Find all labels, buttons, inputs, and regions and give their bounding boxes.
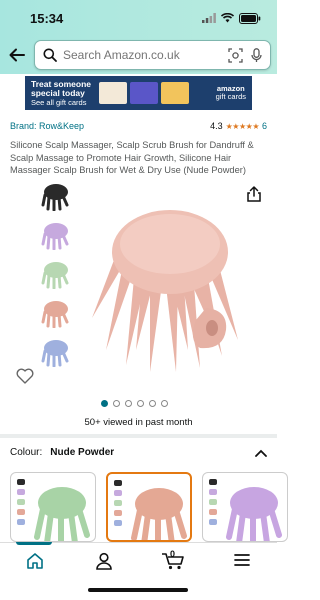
back-arrow-icon xyxy=(9,48,25,62)
swatch-product-image xyxy=(226,487,282,541)
image-thumbnails xyxy=(40,182,72,368)
back-button[interactable] xyxy=(6,44,28,66)
star-rating-icon: ★★★★★ xyxy=(225,121,260,131)
section-divider xyxy=(0,434,277,438)
brand-rating-row: Brand: Row&Keep 4.3 ★★★★★ 6 xyxy=(10,121,267,131)
image-thumbnail[interactable] xyxy=(40,299,72,329)
swatch-thumbnails xyxy=(209,479,217,525)
promo-headline: Treat someone special today xyxy=(31,78,91,98)
promo-subtext: See all gift cards xyxy=(31,97,87,107)
nav-menu[interactable] xyxy=(208,543,277,600)
gift-card-banner[interactable]: Treat someone special today See all gift… xyxy=(25,76,252,110)
battery-icon xyxy=(239,12,261,24)
image-thumbnail[interactable] xyxy=(40,338,72,368)
search-bar[interactable] xyxy=(34,40,271,70)
image-thumbnail[interactable] xyxy=(40,221,72,251)
image-pager xyxy=(101,400,168,407)
camera-lens-icon[interactable] xyxy=(228,47,243,63)
signal-icon xyxy=(202,13,216,23)
microphone-icon[interactable] xyxy=(251,47,262,63)
heart-icon xyxy=(16,368,34,384)
person-icon xyxy=(96,552,112,570)
pager-dot[interactable] xyxy=(125,400,132,407)
gift-card-image xyxy=(161,82,189,104)
cart-count: 0 xyxy=(169,549,175,559)
swatch-thumbnails xyxy=(114,480,122,526)
pager-dot[interactable] xyxy=(161,400,168,407)
chevron-up-icon[interactable] xyxy=(255,449,267,457)
home-icon xyxy=(26,553,43,569)
promo-text: Treat someone special today See all gift… xyxy=(31,78,95,107)
review-count: 6 xyxy=(261,121,267,131)
search-input[interactable] xyxy=(63,48,220,62)
colour-value: Nude Powder xyxy=(50,447,115,458)
rating-value: 4.3 xyxy=(210,121,223,131)
swatch-product-image xyxy=(34,487,90,541)
status-bar: 15:34 xyxy=(0,0,277,36)
nav-home[interactable] xyxy=(0,542,69,600)
image-thumbnail[interactable] xyxy=(40,182,72,212)
status-time: 15:34 xyxy=(30,10,64,26)
massager-bristle xyxy=(150,284,162,372)
colour-swatch[interactable] xyxy=(106,472,192,542)
home-indicator xyxy=(88,588,188,592)
pager-dot[interactable] xyxy=(149,400,156,407)
image-thumbnail[interactable] xyxy=(40,260,72,290)
promo-brand-line2: gift cards xyxy=(215,92,246,101)
colour-swatch[interactable] xyxy=(202,472,288,542)
wifi-icon xyxy=(221,13,234,23)
share-icon xyxy=(247,186,261,202)
product-main-image[interactable] xyxy=(78,200,258,380)
colour-label: Colour: xyxy=(10,447,43,458)
brand-link[interactable]: Brand: Row&Keep xyxy=(10,121,84,131)
share-button[interactable] xyxy=(247,186,261,207)
viewed-count: 50+ viewed in past month xyxy=(84,417,193,428)
status-icons xyxy=(202,12,261,24)
swatch-thumbnails xyxy=(17,479,25,525)
hamburger-menu-icon xyxy=(234,554,251,566)
rating-summary[interactable]: 4.3 ★★★★★ 6 xyxy=(210,121,267,131)
pager-dot[interactable] xyxy=(137,400,144,407)
amazon-gift-cards-logo: amazon gift cards xyxy=(216,85,246,101)
pager-dot[interactable] xyxy=(113,400,120,407)
colour-swatches xyxy=(10,472,288,542)
swatch-product-image xyxy=(131,488,187,540)
gift-card-images xyxy=(99,82,189,104)
gift-card-image xyxy=(99,82,127,104)
colour-selector-header[interactable]: Colour: Nude Powder xyxy=(10,447,267,458)
gift-card-image xyxy=(130,82,158,104)
colour-swatch[interactable] xyxy=(10,472,96,542)
top-header xyxy=(0,36,277,74)
search-icon xyxy=(43,48,57,62)
product-title: Silicone Scalp Massager, Scalp Scrub Bru… xyxy=(10,140,254,175)
wishlist-button[interactable] xyxy=(16,368,34,389)
pager-dot[interactable] xyxy=(101,400,108,407)
